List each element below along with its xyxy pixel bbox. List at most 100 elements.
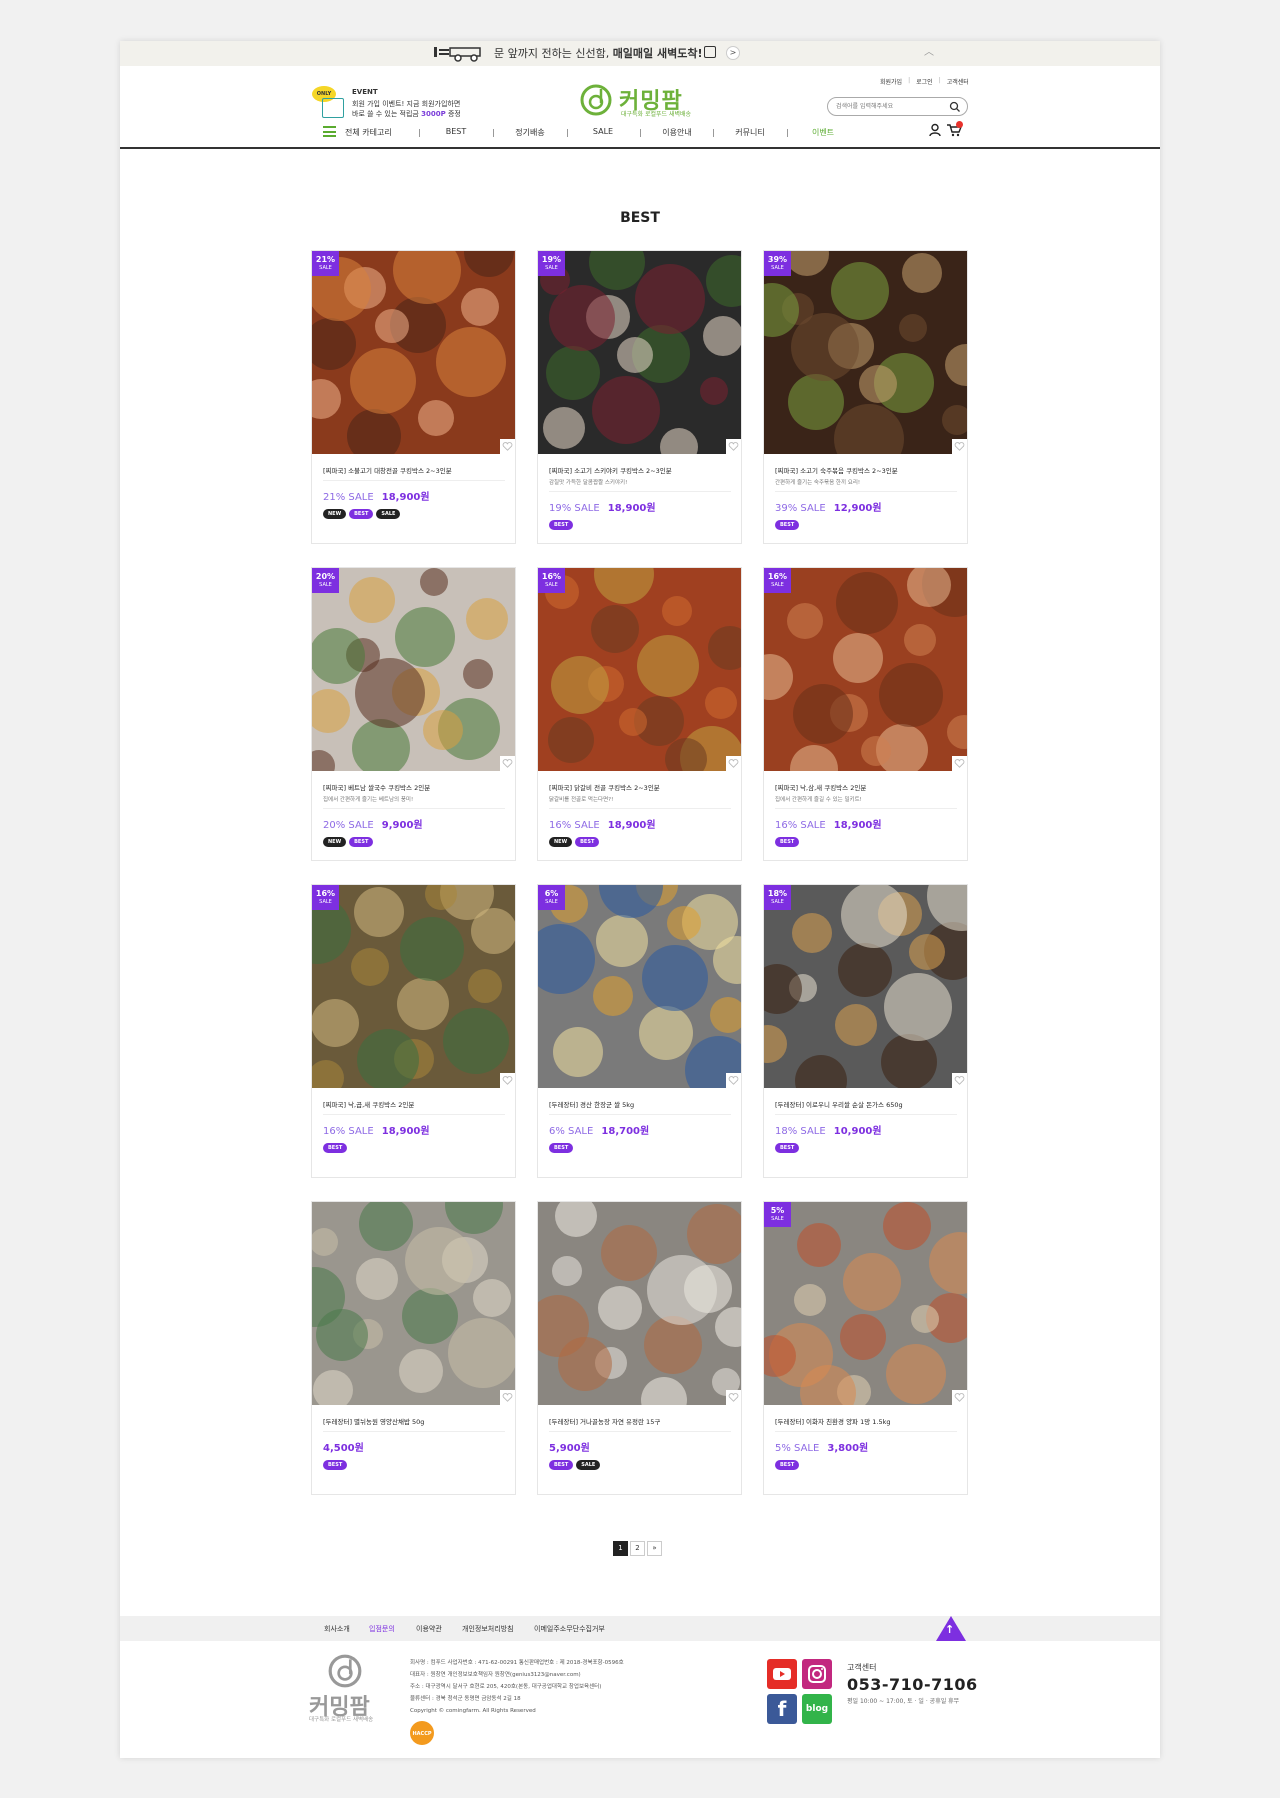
company-info-line: 주소 : 대구광역시 달서구 호현로 205, 420호(본동, 대구공업대학교… xyxy=(410,1684,602,1690)
cart-count-badge xyxy=(956,121,963,128)
footer-about-link[interactable]: 회사소개 xyxy=(324,1624,350,1634)
product-tags: BEST xyxy=(775,1460,957,1470)
wishlist-button[interactable] xyxy=(500,1390,515,1405)
footer-partner-link[interactable]: 입점문의 xyxy=(369,1624,395,1634)
product-name[interactable]: [찌파국] 소고기 스키야키 쿠킹박스 2~3인분 xyxy=(549,465,731,475)
page-1-button[interactable]: 1 xyxy=(613,1541,628,1556)
nav-guide[interactable]: 이용안내 xyxy=(662,127,691,138)
wishlist-button[interactable] xyxy=(500,1073,515,1088)
cs-phone[interactable]: 053-710-7106 xyxy=(847,1675,978,1694)
product-image[interactable] xyxy=(538,251,741,454)
product-name[interactable]: [두레장터] 경산 한장군 쌀 5kg xyxy=(549,1099,731,1109)
wishlist-button[interactable] xyxy=(500,756,515,771)
nav-community[interactable]: 커뮤니티 xyxy=(735,127,764,138)
product-image[interactable] xyxy=(538,1202,741,1405)
nav-event[interactable]: 이벤트 xyxy=(812,127,834,138)
tag-best: BEST xyxy=(323,1143,348,1153)
product-image[interactable] xyxy=(538,885,741,1088)
product-image[interactable] xyxy=(764,568,967,771)
search-icon[interactable] xyxy=(949,101,961,113)
event-promo[interactable]: ONLY EVENT 회원 가입 이벤트! 지금 회원가입하면 바로 쓸 수 있… xyxy=(312,86,472,126)
user-icon[interactable] xyxy=(928,123,942,137)
top-banner[interactable]: 문 앞까지 전하는 신선함, 매일매일 새벽도착! > ︿ xyxy=(120,41,1160,66)
sale-rate: 19% xyxy=(541,255,562,264)
price-row: 16% SALE 18,900원 xyxy=(323,1119,505,1138)
sale-label: SALE xyxy=(771,582,784,588)
sale-rate: 20% xyxy=(315,572,336,581)
product-card[interactable]: 16% SALE [찌파국] 낙,곱,새 쿠킹박스 2인분 16% SALE 18… xyxy=(311,884,516,1178)
price-row: 6% SALE 18,700원 xyxy=(549,1119,731,1138)
wishlist-button[interactable] xyxy=(726,756,741,771)
product-image[interactable] xyxy=(764,251,967,454)
product-name[interactable]: [찌파국] 낙,곱,새 쿠킹박스 2인분 xyxy=(323,1099,505,1109)
footer-logo: 커밍팜 대구특화 로컬푸드 새벽배송 xyxy=(309,1653,389,1733)
wishlist-button[interactable] xyxy=(726,1073,741,1088)
nav-sale[interactable]: SALE xyxy=(593,127,613,136)
product-card[interactable]: 39% SALE [찌파국] 소고기 숙주볶음 쿠킹박스 2~3인분 간편하게 즐… xyxy=(763,250,968,544)
login-link[interactable]: 로그인 xyxy=(916,77,933,86)
tag-best: BEST xyxy=(775,1143,800,1153)
nav-best[interactable]: BEST xyxy=(446,127,467,136)
product-image[interactable] xyxy=(538,568,741,771)
product-name[interactable]: [두레장터] 별뉘농원 영양산채밥 50g xyxy=(323,1416,505,1426)
product-info: [두레장터] 이화자 친환경 양파 1망 1.5kg 5% SALE 3,800… xyxy=(775,1416,957,1470)
product-card[interactable]: 19% SALE [찌파국] 소고기 스키야키 쿠킹박스 2~3인분 감칠맛 가득… xyxy=(537,250,742,544)
product-card[interactable]: 6% SALE [두레장터] 경산 한장군 쌀 5kg 6% SALE 18,70… xyxy=(537,884,742,1178)
sale-rate-badge: 16% SALE xyxy=(538,568,565,593)
wishlist-button[interactable] xyxy=(952,756,967,771)
nav-divider xyxy=(493,129,494,137)
product-name[interactable]: [찌파국] 소불고기 대창전골 쿠킹박스 2~3인분 xyxy=(323,465,505,475)
product-name[interactable]: [두레장터] 이화자 친환경 양파 1망 1.5kg xyxy=(775,1416,957,1426)
facebook-icon[interactable]: f xyxy=(767,1694,797,1724)
sale-label: SALE xyxy=(319,582,332,588)
product-image[interactable] xyxy=(764,885,967,1088)
wishlist-button[interactable] xyxy=(500,439,515,454)
instagram-icon[interactable] xyxy=(802,1659,832,1689)
youtube-icon[interactable] xyxy=(767,1659,797,1689)
product-name[interactable]: [찌파국] 닭갈비 전골 쿠킹박스 2~3인분 xyxy=(549,782,731,792)
product-card[interactable]: 20% SALE [찌파국] 베트남 쌀국수 쿠킹박스 2인분 집에서 간편하게 … xyxy=(311,567,516,861)
search-input[interactable] xyxy=(836,101,946,112)
product-image[interactable] xyxy=(312,251,515,454)
hamburger-menu-icon[interactable] xyxy=(323,126,336,137)
site-logo[interactable]: 커밍팜 대구특화 로컬푸드 새벽배송 xyxy=(579,81,719,121)
banner-arrow-button[interactable]: > xyxy=(726,46,740,60)
main-nav: 전체 카테고리 BEST 정기배송 SALE 이용안내 커뮤니티 이벤트 xyxy=(120,121,1160,149)
sale-rate-badge: 18% SALE xyxy=(764,885,791,910)
blog-icon[interactable]: blog xyxy=(802,1694,832,1724)
product-card[interactable]: 21% SALE [찌파국] 소불고기 대창전골 쿠킹박스 2~3인분 21% S… xyxy=(311,250,516,544)
page-2-button[interactable]: 2 xyxy=(630,1541,645,1556)
join-link[interactable]: 회원가입 xyxy=(880,77,902,86)
price-row: 5% SALE 3,800원 xyxy=(775,1436,957,1455)
divider xyxy=(775,1431,957,1432)
footer-terms-link[interactable]: 이용약관 xyxy=(416,1624,442,1634)
wishlist-button[interactable] xyxy=(726,439,741,454)
product-image[interactable] xyxy=(312,1202,515,1405)
wishlist-button[interactable] xyxy=(952,1390,967,1405)
product-name[interactable]: [찌파국] 소고기 숙주볶음 쿠킹박스 2~3인분 xyxy=(775,465,957,475)
product-name[interactable]: [찌파국] 베트남 쌀국수 쿠킹박스 2인분 xyxy=(323,782,505,792)
product-name[interactable]: [두레장터] 이로우니 우리쌀 순살 돈가스 650g xyxy=(775,1099,957,1109)
product-card[interactable]: [두레장터] 별뉘농원 영양산채밥 50g 4,500원 BEST xyxy=(311,1201,516,1495)
wishlist-button[interactable] xyxy=(952,439,967,454)
product-image[interactable] xyxy=(764,1202,967,1405)
product-name[interactable]: [두레장터] 거나골농장 자연 유정란 15구 xyxy=(549,1416,731,1426)
product-image[interactable] xyxy=(312,568,515,771)
product-card[interactable]: 5% SALE [두레장터] 이화자 친환경 양파 1망 1.5kg 5% SAL… xyxy=(763,1201,968,1495)
customer-center-link[interactable]: 고객센터 xyxy=(947,77,969,86)
product-card[interactable]: 16% SALE [찌파국] 낙,삼,새 쿠킹박스 2인분 집에서 간편하게 즐길… xyxy=(763,567,968,861)
product-card[interactable]: [두레장터] 거나골농장 자연 유정란 15구 5,900원 BEST SALE xyxy=(537,1201,742,1495)
logo-mark-icon xyxy=(580,84,612,116)
footer-privacy-link[interactable]: 개인정보처리방침 xyxy=(462,1624,514,1634)
wishlist-button[interactable] xyxy=(952,1073,967,1088)
footer-email-policy-link[interactable]: 이메일주소무단수집거부 xyxy=(534,1624,605,1634)
collapse-banner-button[interactable]: ︿ xyxy=(924,43,934,58)
product-name[interactable]: [찌파국] 낙,삼,새 쿠킹박스 2인분 xyxy=(775,782,957,792)
nav-subscription[interactable]: 정기배송 xyxy=(515,127,544,138)
wishlist-button[interactable] xyxy=(726,1390,741,1405)
nav-all-categories[interactable]: 전체 카테고리 xyxy=(345,127,392,138)
next-page-button[interactable]: » xyxy=(647,1541,662,1556)
product-card[interactable]: 16% SALE [찌파국] 닭갈비 전골 쿠킹박스 2~3인분 닭갈비를 전골로… xyxy=(537,567,742,861)
product-card[interactable]: 18% SALE [두레장터] 이로우니 우리쌀 순살 돈가스 650g 18% … xyxy=(763,884,968,1178)
product-image[interactable] xyxy=(312,885,515,1088)
